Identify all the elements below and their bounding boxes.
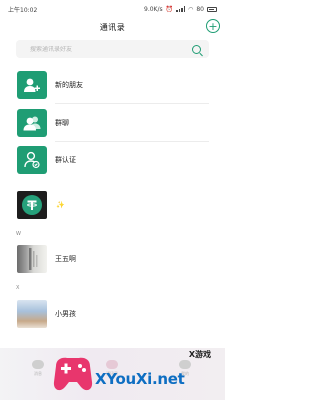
- entry-label: 群聊: [55, 119, 69, 127]
- contacts-icon: [106, 360, 118, 369]
- contact-row[interactable]: 王五啊: [0, 242, 225, 276]
- signal-icon: [176, 6, 186, 12]
- divider: [55, 141, 209, 142]
- battery-level: 80: [196, 5, 204, 13]
- avatar: [17, 300, 47, 328]
- contact-name: 王五啊: [55, 255, 76, 263]
- contact-name: ✨: [56, 201, 65, 209]
- wifi-icon: ◠: [188, 5, 194, 13]
- add-friend-icon: [17, 71, 47, 99]
- section-letter: W: [16, 231, 21, 237]
- status-indicators: 9.0K/s ⏰ ◠ 80: [144, 6, 217, 13]
- entry-new-friends[interactable]: 新的朋友: [0, 68, 225, 102]
- message-icon: [32, 360, 44, 369]
- network-speed: 9.0K/s: [144, 5, 163, 13]
- group-verify-icon: [17, 146, 47, 174]
- entry-group-chat[interactable]: 群聊: [0, 106, 225, 140]
- entry-group-verify[interactable]: 群认证: [0, 143, 225, 177]
- entry-label: 群认证: [55, 156, 76, 164]
- status-time: 上午10:02: [8, 6, 38, 14]
- battery-icon: [207, 6, 217, 12]
- gamepad-logo-icon: [53, 357, 93, 391]
- profile-icon: [179, 360, 191, 369]
- entry-label: 新的朋友: [55, 81, 83, 89]
- alarm-icon: ⏰: [165, 5, 174, 13]
- status-bar: 上午10:02 9.0K/s ⏰ ◠ 80: [0, 0, 225, 18]
- contact-row[interactable]: 小男孩: [0, 297, 225, 331]
- nav-label: 消息: [34, 371, 42, 376]
- page-title: 通讯录: [99, 22, 126, 32]
- add-button[interactable]: +: [206, 19, 220, 33]
- group-chat-icon: [17, 109, 47, 137]
- avatar: [17, 191, 47, 219]
- avatar: [17, 245, 47, 273]
- divider: [55, 103, 209, 104]
- watermark-brand: X游戏: [188, 350, 211, 359]
- search-icon[interactable]: [192, 44, 201, 54]
- search-input[interactable]: [30, 45, 192, 53]
- watermark-site: XYouXi.net: [95, 370, 185, 388]
- contact-row[interactable]: ✨: [0, 188, 225, 222]
- contact-name: 小男孩: [55, 310, 76, 318]
- search-bar[interactable]: [16, 40, 209, 58]
- section-letter: X: [16, 285, 20, 291]
- page-header: 通讯录 +: [0, 18, 225, 36]
- tether-logo-icon: [22, 195, 42, 215]
